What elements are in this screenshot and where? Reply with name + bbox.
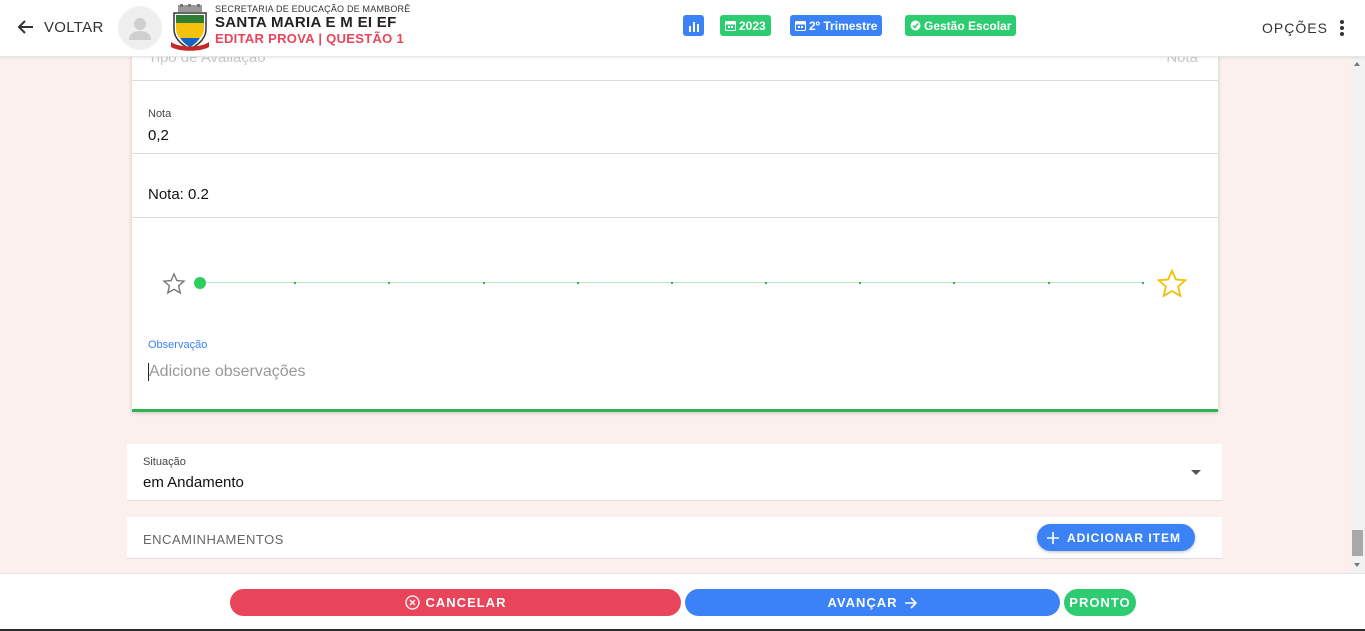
year-chip-label: 2023 [739, 18, 766, 33]
slider-tick [1048, 282, 1050, 284]
app-header: VOLTAR SECRETARIA DE EDUCAÇÃO DE MAMBORÊ… [0, 0, 1365, 57]
check-circle-icon [910, 20, 921, 31]
page-scrollbar[interactable] [1350, 57, 1365, 573]
grade-field-label: Nota [148, 108, 172, 120]
add-item-button[interactable]: ADICIONAR ITEM [1037, 524, 1195, 551]
status-value: em Andamento [143, 474, 244, 491]
divider [132, 217, 1218, 218]
question-card: Tipo de Avaliação Nota Nota 0,2 Nota: 0.… [132, 40, 1218, 412]
slider-tick [859, 282, 861, 284]
next-label: AVANÇAR [827, 595, 898, 610]
back-button[interactable]: VOLTAR [16, 17, 104, 37]
referrals-section: ENCAMINHAMENTOS ADICIONAR ITEM [127, 517, 1222, 559]
action-footer: CANCELAR AVANÇAR PRONTO [0, 573, 1365, 631]
calendar-icon [725, 21, 736, 31]
slider-tick [1142, 282, 1144, 284]
star-outline-max-icon [1156, 268, 1188, 298]
next-button[interactable]: AVANÇAR [685, 589, 1060, 616]
stats-chip[interactable] [683, 15, 704, 36]
scroll-down-arrow-icon[interactable] [1354, 563, 1360, 567]
slider-tick [577, 282, 579, 284]
user-icon [129, 18, 151, 40]
slider-tick [294, 282, 296, 284]
options-button[interactable]: OPÇÕES [1262, 20, 1328, 36]
status-select[interactable]: Situação em Andamento [127, 444, 1222, 501]
observation-input[interactable] [148, 363, 1188, 381]
slider-tick [483, 282, 485, 284]
close-circle-icon [404, 595, 420, 610]
page-subtitle: EDITAR PROVA | QUESTÃO 1 [215, 31, 405, 46]
arrow-right-icon [904, 596, 917, 609]
avatar[interactable] [118, 6, 162, 50]
plus-icon [1047, 531, 1059, 544]
cancel-button[interactable]: CANCELAR [230, 589, 681, 616]
slider-tick [671, 282, 673, 284]
referrals-title: ENCAMINHAMENTOS [143, 532, 284, 547]
arrow-left-icon [17, 20, 33, 34]
grade-display: Nota: 0.2 [148, 186, 209, 203]
trimester-chip[interactable]: 2º Trimestre [790, 15, 883, 36]
done-label: PRONTO [1069, 595, 1131, 610]
scrollbar-thumb[interactable] [1352, 530, 1363, 556]
trimester-chip-label: 2º Trimestre [809, 18, 878, 33]
slider-tick [388, 282, 390, 284]
management-chip[interactable]: Gestão Escolar [905, 15, 1017, 36]
divider [132, 80, 1218, 81]
secretaria-label: SECRETARIA DE EDUCAÇÃO DE MAMBORÊ [215, 4, 411, 14]
title-block: SECRETARIA DE EDUCAÇÃO DE MAMBORÊ SANTA … [215, 4, 410, 46]
more-vertical-icon[interactable] [1336, 19, 1348, 37]
scroll-up-arrow-icon[interactable] [1354, 62, 1360, 66]
slider-tick [765, 282, 767, 284]
management-chip-label: Gestão Escolar [924, 18, 1012, 33]
municipal-crest-logo [171, 4, 209, 51]
cancel-label: CANCELAR [425, 595, 507, 610]
divider [132, 153, 1218, 154]
chevron-down-icon [1191, 470, 1201, 475]
observation-label: Observação [148, 339, 208, 351]
year-chip[interactable]: 2023 [720, 15, 771, 36]
school-name: SANTA MARIA E M EI EF [215, 14, 397, 31]
calendar-icon [795, 21, 806, 31]
slider-tick [953, 282, 955, 284]
back-label: VOLTAR [44, 18, 104, 36]
grade-field-value[interactable]: 0,2 [148, 127, 169, 144]
star-outline-min-icon [162, 272, 186, 295]
bar-chart-icon [688, 21, 699, 32]
status-label: Situação [143, 456, 186, 468]
add-item-label: ADICIONAR ITEM [1067, 530, 1181, 545]
grade-slider-thumb[interactable] [194, 277, 206, 289]
done-button[interactable]: PRONTO [1064, 589, 1136, 616]
